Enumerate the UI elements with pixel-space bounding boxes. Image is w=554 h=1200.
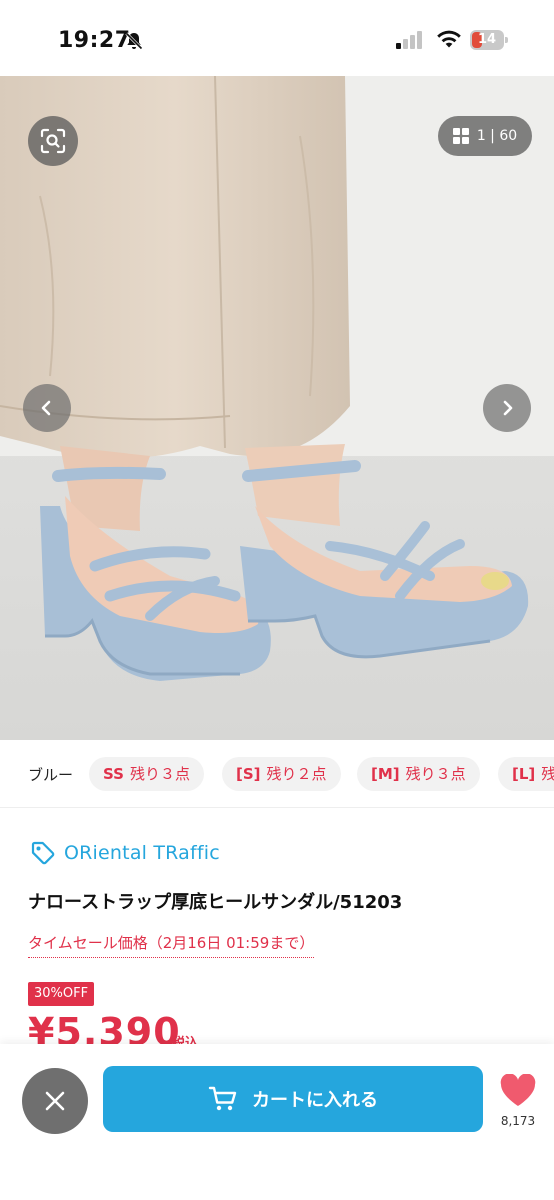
size-label: [L]: [512, 765, 536, 783]
time-sale-link[interactable]: タイムセール価格（2月16日 01:59まで）: [28, 932, 315, 958]
previous-image-button[interactable]: [23, 384, 71, 432]
bottom-action-bar: カートに入れる 8,173: [0, 1044, 554, 1200]
add-to-cart-button[interactable]: カートに入れる: [103, 1066, 483, 1132]
wifi-icon: [437, 30, 461, 48]
battery-indicator: 14: [470, 30, 508, 50]
product-photo: [0, 76, 554, 740]
size-label: SS: [103, 765, 124, 783]
close-icon: [45, 1091, 65, 1111]
lens-search-icon: [40, 128, 66, 154]
image-counter-button[interactable]: 1 | 60: [438, 116, 532, 156]
chevron-right-icon: [503, 400, 513, 416]
brand-name[interactable]: ORiental TRaffic: [64, 842, 220, 864]
stock-label: 残: [541, 765, 554, 783]
status-bar: 19:27 14: [0, 0, 554, 76]
stock-label: 残り２点: [266, 765, 327, 783]
product-page: 19:27 14 1 | 60 ブルー SS 残り３点 [S] 残り２点 [M]…: [0, 0, 554, 1200]
color-label: ブルー: [28, 766, 74, 784]
chevron-left-icon: [41, 400, 51, 416]
brand-link[interactable]: ORiental TRaffic: [30, 840, 220, 866]
battery-level: 14: [477, 32, 497, 47]
bell-off-icon: [125, 32, 143, 50]
discount-badge: 30%OFF: [28, 982, 95, 1006]
product-title: ナローストラップ厚底ヒールサンダル/51203: [28, 892, 403, 913]
favorite-button[interactable]: 8,173: [496, 1073, 540, 1128]
image-search-button[interactable]: [28, 116, 78, 166]
heart-icon: [500, 1073, 536, 1106]
size-chip-ss[interactable]: SS 残り３点: [89, 757, 204, 791]
favorite-count: 8,173: [500, 1114, 536, 1128]
stock-label: 残り３点: [129, 765, 190, 783]
status-time: 19:27: [58, 28, 131, 53]
variant-selector: ブルー SS 残り３点 [S] 残り２点 [M] 残り３点 [L] 残: [0, 740, 554, 808]
signal-icon: [396, 31, 422, 49]
size-chip-m[interactable]: [M] 残り３点: [357, 757, 480, 791]
product-image-gallery[interactable]: 1 | 60: [0, 76, 554, 740]
grid-icon: [452, 128, 469, 144]
size-chip-l[interactable]: [L] 残: [498, 757, 554, 791]
size-chip-s[interactable]: [S] 残り２点: [222, 757, 341, 791]
add-to-cart-label: カートに入れる: [252, 1090, 378, 1111]
next-image-button[interactable]: [483, 384, 531, 432]
size-label: [M]: [371, 765, 400, 783]
size-label: [S]: [236, 765, 261, 783]
cart-icon: [208, 1086, 237, 1111]
stock-label: 残り３点: [405, 765, 466, 783]
close-button[interactable]: [22, 1068, 88, 1134]
image-counter-text: 1 | 60: [476, 128, 518, 144]
tag-icon: [31, 841, 55, 865]
